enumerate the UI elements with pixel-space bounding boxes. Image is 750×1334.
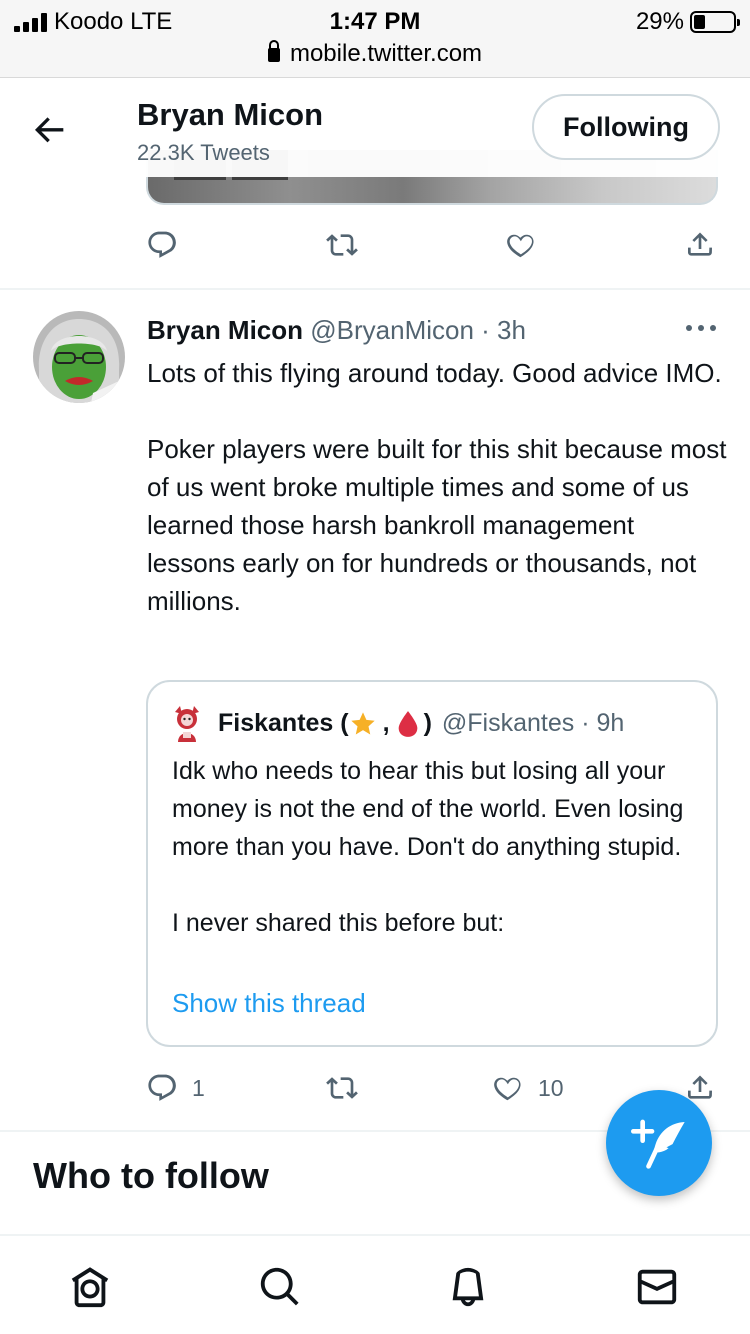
- drop-icon: [396, 710, 420, 738]
- tweet-divider: [0, 288, 750, 290]
- share-icon: [688, 232, 712, 256]
- compose-feather-icon: [631, 1119, 685, 1169]
- retweet-button[interactable]: [326, 1070, 358, 1106]
- previous-tweet-actions: [146, 227, 718, 267]
- back-arrow-icon[interactable]: [30, 109, 70, 149]
- quoted-author-name: Fiskantes (: [218, 709, 349, 737]
- quoted-header: Fiskantes ( , ) @Fiskantes · 9h: [218, 709, 624, 738]
- url-text: mobile.twitter.com: [289, 40, 483, 67]
- who-to-follow-heading: Who to follow: [33, 1155, 269, 1196]
- tweet-count: 22.3K Tweets: [137, 140, 270, 165]
- tweet-text: Lots of this flying around today. Good a…: [147, 358, 727, 616]
- heart-icon: [507, 234, 534, 258]
- reply-button[interactable]: 1: [146, 1070, 205, 1106]
- quoted-text: Idk who needs to hear this but losing al…: [172, 757, 684, 937]
- reply-button[interactable]: [146, 227, 178, 263]
- notifications-icon[interactable]: [445, 1264, 491, 1310]
- quoted-name-separator: ,: [382, 709, 390, 737]
- tweet-author-name[interactable]: Bryan Micon: [147, 315, 303, 345]
- battery-percent: 29%: [635, 8, 684, 35]
- retweet-icon: [326, 234, 358, 256]
- like-button[interactable]: 10: [492, 1070, 564, 1106]
- profile-name: Bryan Micon: [137, 97, 324, 132]
- search-icon[interactable]: [257, 1264, 303, 1310]
- messages-icon[interactable]: [634, 1264, 680, 1310]
- profile-header: Bryan Micon 22.3K Tweets Following: [0, 79, 750, 177]
- status-bar: Koodo LTE 1:47 PM 29% mobile.twitter.com: [0, 0, 750, 78]
- compose-tweet-button[interactable]: [606, 1090, 712, 1196]
- more-options-icon[interactable]: [684, 318, 718, 338]
- like-count: 10: [538, 1074, 564, 1101]
- heart-icon: [494, 1077, 521, 1101]
- like-button[interactable]: [505, 227, 537, 263]
- reply-count: 1: [192, 1074, 205, 1101]
- show-thread-link[interactable]: Show this thread: [172, 988, 366, 1019]
- reply-icon: [148, 1074, 176, 1101]
- retweet-icon: [326, 1077, 358, 1099]
- quoted-author-meta: @Fiskantes · 9h: [441, 709, 625, 737]
- tweet-header: Bryan Micon @BryanMicon · 3h: [147, 315, 526, 346]
- avatar[interactable]: [33, 311, 125, 403]
- following-button[interactable]: Following: [532, 94, 720, 160]
- address-bar[interactable]: mobile.twitter.com: [0, 40, 750, 68]
- quoted-name-end: ): [423, 709, 432, 737]
- quoted-avatar: [175, 706, 199, 742]
- retweet-button[interactable]: [326, 227, 358, 263]
- star-icon: [349, 710, 377, 738]
- bottom-tab-bar: [0, 1234, 750, 1334]
- tweet-author-meta[interactable]: @BryanMicon · 3h: [310, 315, 526, 345]
- quoted-tweet[interactable]: Fiskantes ( , ) @Fiskantes · 9h Idk who …: [146, 680, 718, 1047]
- share-button[interactable]: [684, 227, 716, 263]
- lock-icon: [267, 40, 280, 62]
- battery-icon: [690, 11, 740, 33]
- home-icon[interactable]: [67, 1264, 113, 1310]
- reply-icon: [148, 231, 176, 258]
